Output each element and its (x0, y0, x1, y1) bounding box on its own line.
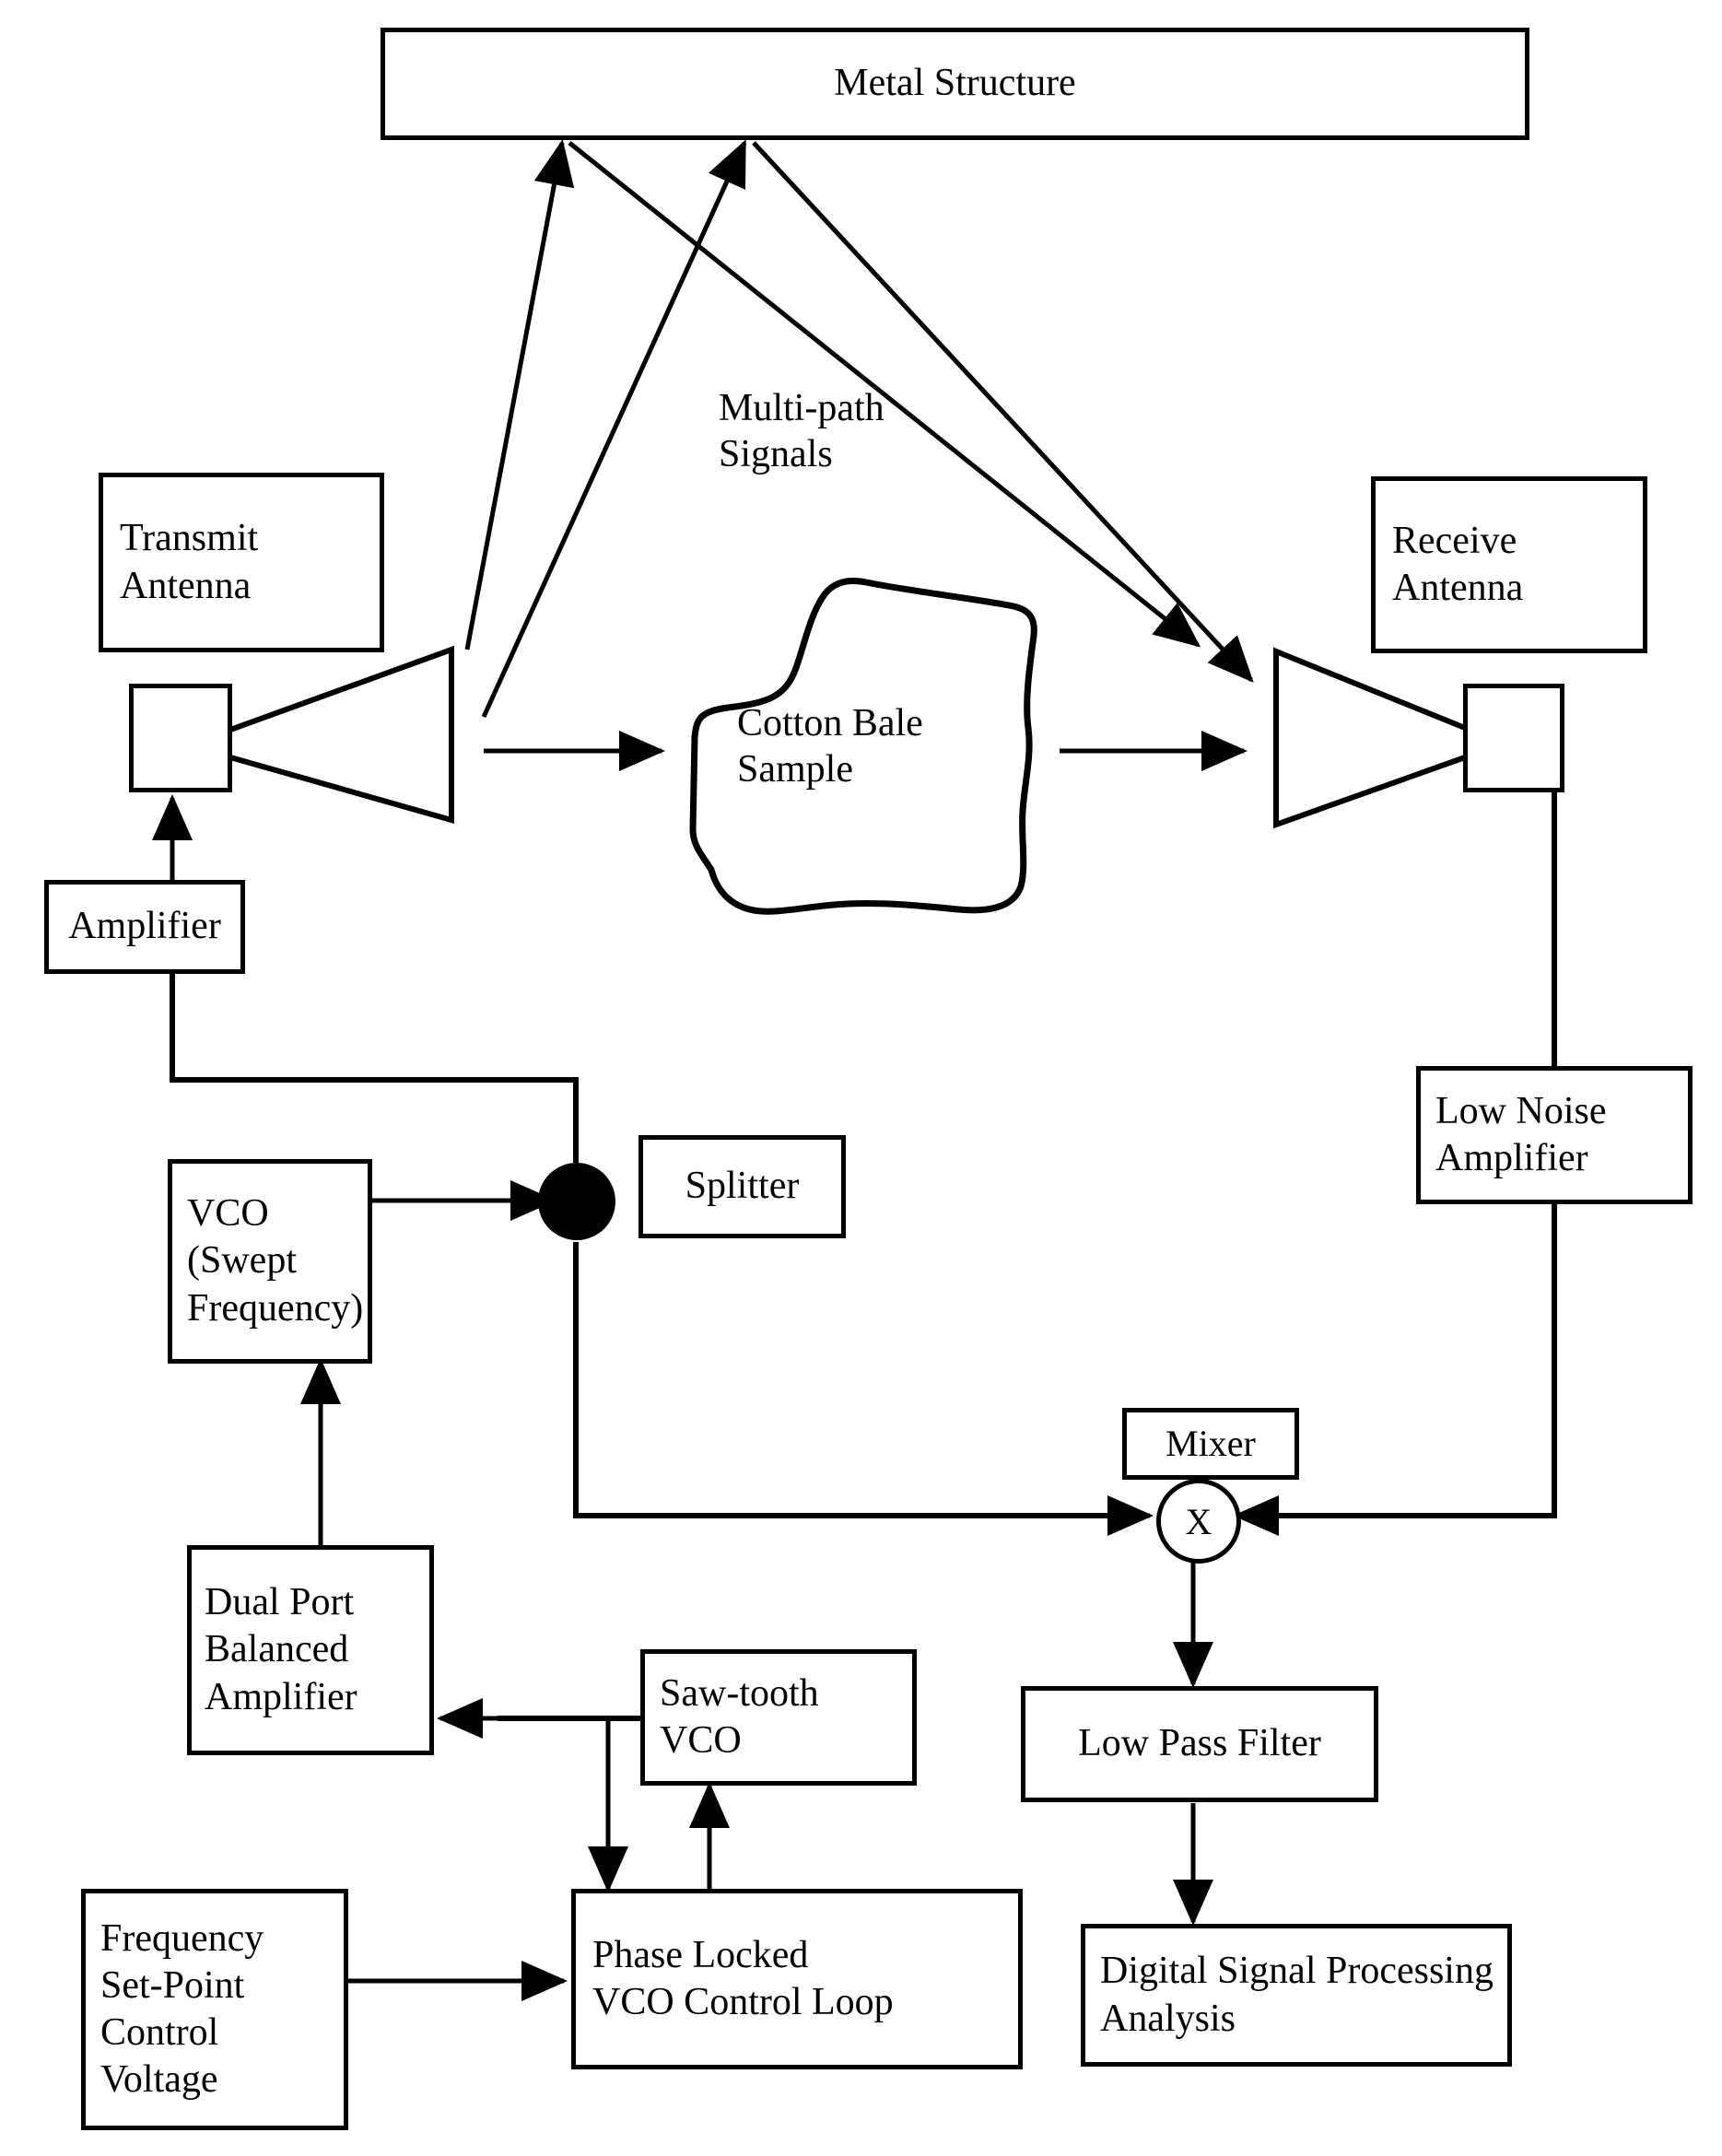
frequency-setpoint-block: Frequency Set-Point Control Voltage (81, 1889, 348, 2130)
transmit-antenna-label-block: Transmit Antenna (99, 473, 384, 652)
vco-block: VCO (Swept Frequency) (168, 1159, 372, 1364)
low-noise-amplifier-block: Low Noise Amplifier (1416, 1066, 1693, 1204)
multipath-signals-label: Multi-path Signals (719, 387, 884, 476)
block-diagram-canvas: Metal Structure Transmit Antenna Receive… (0, 0, 1722, 2156)
receive-horn-icon (1273, 647, 1467, 829)
multipath-up-arrow-2 (481, 139, 747, 719)
dual-port-balanced-amplifier-block: Dual Port Balanced Amplifier (187, 1545, 434, 1755)
receive-antenna-label-block: Receive Antenna (1371, 476, 1647, 653)
amplifier-to-splitter-wire (170, 974, 579, 1163)
sawtooth-vco-block: Saw-tooth VCO (640, 1649, 917, 1786)
metal-structure-block: Metal Structure (381, 28, 1529, 140)
low-pass-filter-block: Low Pass Filter (1021, 1686, 1378, 1802)
cotton-bale-sample-label: Cotton Bale Sample (737, 702, 923, 791)
splitter-to-mixer-wire (573, 1242, 1133, 1518)
transmit-antenna-feed-square (129, 684, 232, 792)
mixer-label-block: Mixer (1122, 1408, 1299, 1480)
amplifier-block: Amplifier (44, 880, 245, 974)
transmit-horn-icon (228, 645, 454, 824)
splitter-junction-dot (538, 1163, 615, 1240)
phase-locked-loop-block: Phase Locked VCO Control Loop (571, 1889, 1023, 2069)
receive-antenna-feed-square (1463, 684, 1564, 792)
mixer-symbol: X (1156, 1479, 1241, 1564)
digital-signal-processing-block: Digital Signal Processing Analysis (1081, 1924, 1512, 2067)
splitter-label-block: Splitter (638, 1135, 846, 1238)
